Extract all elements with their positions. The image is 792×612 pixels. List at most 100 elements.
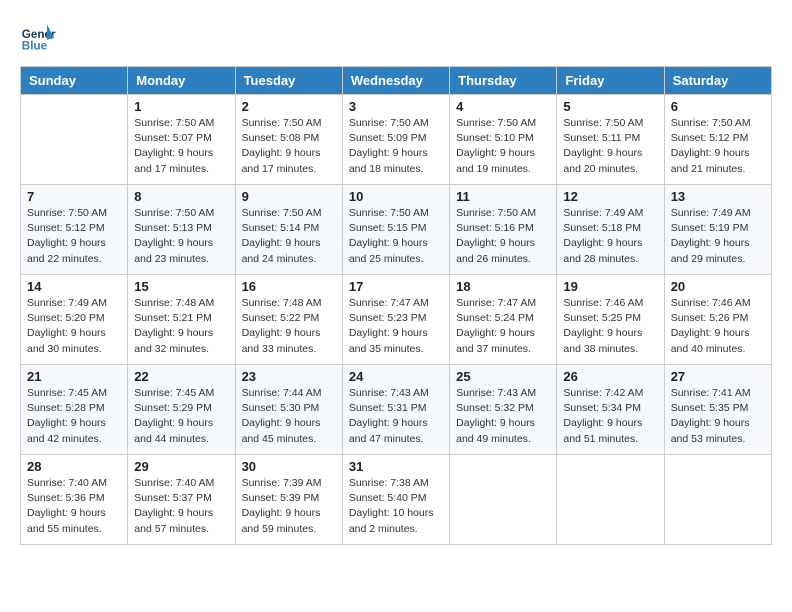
calendar-cell: 25Sunrise: 7:43 AM Sunset: 5:32 PM Dayli… — [450, 365, 557, 455]
day-number: 8 — [134, 189, 228, 204]
calendar-cell: 2 Sunrise: 7:50 AM Sunset: 5:08 PM Daylig… — [235, 95, 342, 185]
calendar-cell: 28 Sunrise: 7:40 AM Sunset: 5:36 PM Dayli… — [21, 455, 128, 545]
day-number: 18 — [456, 279, 550, 294]
day-number: 31 — [349, 459, 443, 474]
day-number: 28 — [27, 459, 121, 474]
calendar-cell: 17 Sunrise: 7:47 AM Sunset: 5:23 PM Dayli… — [342, 275, 449, 365]
day-info: Sunrise: 7:46 AM Sunset: 5:25 PM Dayligh… — [563, 296, 657, 357]
calendar-cell: 31 Sunrise: 7:38 AM Sunset: 5:40 PM Dayli… — [342, 455, 449, 545]
day-info: Sunrise: 7:49 AM Sunset: 5:20 PM Dayligh… — [27, 296, 121, 357]
day-number: 12 — [563, 189, 657, 204]
day-info: Sunrise: 7:50 AM Sunset: 5:12 PM Dayligh… — [27, 206, 121, 267]
calendar-cell: 15 Sunrise: 7:48 AM Sunset: 5:21 PM Dayli… — [128, 275, 235, 365]
day-info: Sunrise: 7:50 AM Sunset: 5:14 PM Dayligh… — [242, 206, 336, 267]
day-number: 7 — [27, 189, 121, 204]
day-info: Sunrise: 7:48 AM Sunset: 5:22 PM Dayligh… — [242, 296, 336, 357]
calendar-cell: 19 Sunrise: 7:46 AM Sunset: 5:25 PM Dayli… — [557, 275, 664, 365]
day-info: Sunrise: 7:39 AM Sunset: 5:39 PM Dayligh… — [242, 476, 336, 537]
day-number: 14 — [27, 279, 121, 294]
day-info: Sunrise: 7:50 AM Sunset: 5:10 PM Dayligh… — [456, 116, 550, 177]
calendar-cell: 20 Sunrise: 7:46 AM Sunset: 5:26 PM Dayli… — [664, 275, 771, 365]
day-info: Sunrise: 7:50 AM Sunset: 5:16 PM Dayligh… — [456, 206, 550, 267]
day-number: 9 — [242, 189, 336, 204]
svg-text:Blue: Blue — [22, 40, 48, 53]
calendar-cell — [664, 455, 771, 545]
day-number: 30 — [242, 459, 336, 474]
day-number: 5 — [563, 99, 657, 114]
calendar-cell: 7 Sunrise: 7:50 AM Sunset: 5:12 PM Daylig… — [21, 185, 128, 275]
calendar-table: SundayMondayTuesdayWednesdayThursdayFrid… — [20, 66, 772, 545]
calendar-week-1: 1 Sunrise: 7:50 AM Sunset: 5:07 PM Daylig… — [21, 95, 772, 185]
day-number: 19 — [563, 279, 657, 294]
day-number: 24 — [349, 369, 443, 384]
calendar-week-4: 21 Sunrise: 7:45 AM Sunset: 5:28 PM Dayli… — [21, 365, 772, 455]
calendar-cell: 27Sunrise: 7:41 AM Sunset: 5:35 PM Dayli… — [664, 365, 771, 455]
calendar-cell: 3 Sunrise: 7:50 AM Sunset: 5:09 PM Daylig… — [342, 95, 449, 185]
day-number: 17 — [349, 279, 443, 294]
day-info: Sunrise: 7:43 AM Sunset: 5:32 PM Dayligh… — [456, 386, 550, 447]
day-info: Sunrise: 7:45 AM Sunset: 5:28 PM Dayligh… — [27, 386, 121, 447]
day-number: 15 — [134, 279, 228, 294]
calendar-cell — [450, 455, 557, 545]
day-header-friday: Friday — [557, 67, 664, 95]
calendar-body: 1 Sunrise: 7:50 AM Sunset: 5:07 PM Daylig… — [21, 95, 772, 545]
calendar-cell: 12 Sunrise: 7:49 AM Sunset: 5:18 PM Dayli… — [557, 185, 664, 275]
day-info: Sunrise: 7:44 AM Sunset: 5:30 PM Dayligh… — [242, 386, 336, 447]
calendar-cell: 11Sunrise: 7:50 AM Sunset: 5:16 PM Dayli… — [450, 185, 557, 275]
day-info: Sunrise: 7:50 AM Sunset: 5:11 PM Dayligh… — [563, 116, 657, 177]
day-number: 1 — [134, 99, 228, 114]
calendar-cell: 24 Sunrise: 7:43 AM Sunset: 5:31 PM Dayli… — [342, 365, 449, 455]
day-header-tuesday: Tuesday — [235, 67, 342, 95]
calendar-cell: 5 Sunrise: 7:50 AM Sunset: 5:11 PM Daylig… — [557, 95, 664, 185]
calendar-week-2: 7 Sunrise: 7:50 AM Sunset: 5:12 PM Daylig… — [21, 185, 772, 275]
day-info: Sunrise: 7:50 AM Sunset: 5:07 PM Dayligh… — [134, 116, 228, 177]
day-info: Sunrise: 7:47 AM Sunset: 5:24 PM Dayligh… — [456, 296, 550, 357]
day-number: 23 — [242, 369, 336, 384]
calendar-cell: 21 Sunrise: 7:45 AM Sunset: 5:28 PM Dayli… — [21, 365, 128, 455]
day-info: Sunrise: 7:50 AM Sunset: 5:13 PM Dayligh… — [134, 206, 228, 267]
calendar-cell: 4 Sunrise: 7:50 AM Sunset: 5:10 PM Daylig… — [450, 95, 557, 185]
day-info: Sunrise: 7:49 AM Sunset: 5:18 PM Dayligh… — [563, 206, 657, 267]
day-info: Sunrise: 7:38 AM Sunset: 5:40 PM Dayligh… — [349, 476, 443, 537]
day-number: 10 — [349, 189, 443, 204]
calendar-cell: 14 Sunrise: 7:49 AM Sunset: 5:20 PM Dayli… — [21, 275, 128, 365]
day-info: Sunrise: 7:40 AM Sunset: 5:37 PM Dayligh… — [134, 476, 228, 537]
day-header-wednesday: Wednesday — [342, 67, 449, 95]
day-info: Sunrise: 7:50 AM Sunset: 5:15 PM Dayligh… — [349, 206, 443, 267]
calendar-week-3: 14 Sunrise: 7:49 AM Sunset: 5:20 PM Dayli… — [21, 275, 772, 365]
calendar-cell: 16Sunrise: 7:48 AM Sunset: 5:22 PM Dayli… — [235, 275, 342, 365]
day-info: Sunrise: 7:46 AM Sunset: 5:26 PM Dayligh… — [671, 296, 765, 357]
day-number: 2 — [242, 99, 336, 114]
day-info: Sunrise: 7:43 AM Sunset: 5:31 PM Dayligh… — [349, 386, 443, 447]
calendar-week-5: 28 Sunrise: 7:40 AM Sunset: 5:36 PM Dayli… — [21, 455, 772, 545]
calendar-cell: 29 Sunrise: 7:40 AM Sunset: 5:37 PM Dayli… — [128, 455, 235, 545]
day-number: 4 — [456, 99, 550, 114]
day-number: 13 — [671, 189, 765, 204]
day-info: Sunrise: 7:42 AM Sunset: 5:34 PM Dayligh… — [563, 386, 657, 447]
day-header-monday: Monday — [128, 67, 235, 95]
day-info: Sunrise: 7:48 AM Sunset: 5:21 PM Dayligh… — [134, 296, 228, 357]
day-info: Sunrise: 7:50 AM Sunset: 5:09 PM Dayligh… — [349, 116, 443, 177]
day-number: 29 — [134, 459, 228, 474]
day-info: Sunrise: 7:40 AM Sunset: 5:36 PM Dayligh… — [27, 476, 121, 537]
calendar-cell: 6Sunrise: 7:50 AM Sunset: 5:12 PM Daylig… — [664, 95, 771, 185]
day-info: Sunrise: 7:50 AM Sunset: 5:12 PM Dayligh… — [671, 116, 765, 177]
calendar-cell: 22 Sunrise: 7:45 AM Sunset: 5:29 PM Dayli… — [128, 365, 235, 455]
calendar-cell: 30 Sunrise: 7:39 AM Sunset: 5:39 PM Dayli… — [235, 455, 342, 545]
calendar-cell: 18 Sunrise: 7:47 AM Sunset: 5:24 PM Dayli… — [450, 275, 557, 365]
day-info: Sunrise: 7:50 AM Sunset: 5:08 PM Dayligh… — [242, 116, 336, 177]
page-header: General Blue — [20, 20, 772, 56]
calendar-cell — [21, 95, 128, 185]
day-header-sunday: Sunday — [21, 67, 128, 95]
day-number: 3 — [349, 99, 443, 114]
day-header-saturday: Saturday — [664, 67, 771, 95]
day-info: Sunrise: 7:47 AM Sunset: 5:23 PM Dayligh… — [349, 296, 443, 357]
calendar-cell: 9 Sunrise: 7:50 AM Sunset: 5:14 PM Daylig… — [235, 185, 342, 275]
day-number: 22 — [134, 369, 228, 384]
day-number: 27 — [671, 369, 765, 384]
day-number: 20 — [671, 279, 765, 294]
day-number: 21 — [27, 369, 121, 384]
calendar-cell: 8 Sunrise: 7:50 AM Sunset: 5:13 PM Daylig… — [128, 185, 235, 275]
calendar-cell: 23 Sunrise: 7:44 AM Sunset: 5:30 PM Dayli… — [235, 365, 342, 455]
day-info: Sunrise: 7:45 AM Sunset: 5:29 PM Dayligh… — [134, 386, 228, 447]
